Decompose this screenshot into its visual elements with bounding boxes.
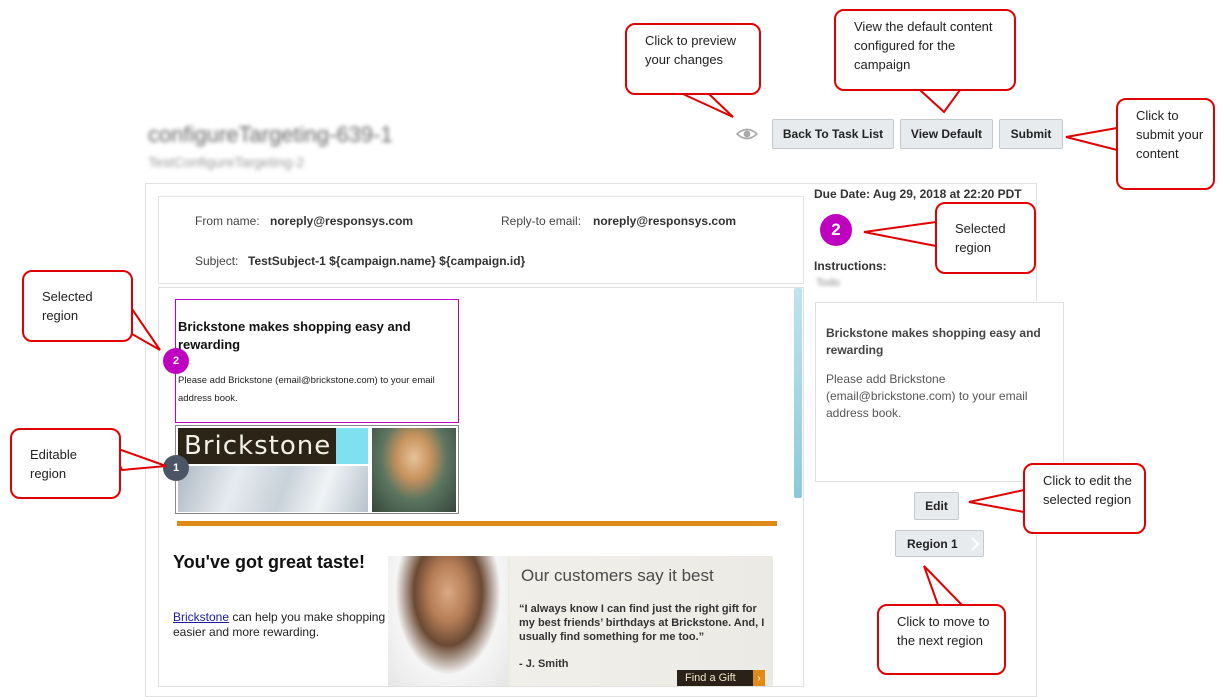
from-name-label: From name: <box>195 214 260 228</box>
testimonial-banner: Our customers say it best “I always know… <box>388 556 773 686</box>
region-label: Region 1 <box>907 536 958 551</box>
email-preview-scrollbar[interactable] <box>794 288 802 498</box>
eye-icon[interactable] <box>735 125 759 143</box>
testimonial-quote: “I always know I can find just the right… <box>519 603 765 643</box>
selected-region-2[interactable]: Brickstone makes shopping easy and rewar… <box>175 299 459 423</box>
instructions-value: Todo <box>816 277 840 289</box>
region-navigator-button[interactable]: Region 1 <box>895 530 984 557</box>
shirts-image <box>178 466 368 512</box>
from-name-value: noreply@responsys.com <box>270 214 414 228</box>
callout-next-region: Click to move to the next region <box>877 604 1006 675</box>
taste-text: Brickstone can help you make shopping ea… <box>173 610 386 639</box>
callout-view-default: View the default content configured for … <box>834 9 1016 91</box>
taste-heading: You've got great taste! <box>173 552 365 572</box>
campaign-subtitle: TestConfigureTargeting-2 <box>148 154 305 170</box>
preview-title: Brickstone makes shopping easy and rewar… <box>826 326 1041 357</box>
orange-divider <box>177 521 777 526</box>
instructions-label: Instructions: <box>814 259 887 273</box>
brickstone-link[interactable]: Brickstone <box>173 610 229 624</box>
back-to-task-list-button[interactable]: Back To Task List <box>772 119 894 149</box>
find-a-gift-button[interactable]: Find a Gift › <box>677 670 765 686</box>
due-date: Due Date: Aug 29, 2018 at 22:20 PDT <box>814 187 1022 201</box>
callout-edit: Click to edit the selected region <box>1023 463 1146 534</box>
customer-image <box>388 556 508 686</box>
region-preview-box: Brickstone makes shopping easy and rewar… <box>815 302 1064 482</box>
arrow-right-icon: › <box>753 670 765 686</box>
callout-selected-region-left: Selected region <box>22 270 133 342</box>
region-2-title: Brickstone makes shopping easy and rewar… <box>178 319 411 352</box>
region-1-badge[interactable]: 1 <box>163 455 189 481</box>
callout-editable-region: Editable region <box>10 428 121 499</box>
chevron-right-icon <box>970 537 980 554</box>
reply-to-label: Reply-to email: <box>501 214 582 228</box>
email-header-panel: From name: noreply@responsys.com Reply-t… <box>158 196 804 284</box>
callout-preview: Click to preview your changes <box>625 23 761 95</box>
callout-submit: Click to submit your content <box>1116 98 1215 190</box>
testimonial-author: - J. Smith <box>519 658 569 670</box>
callout-selected-region-right: Selected region <box>935 202 1036 274</box>
submit-button[interactable]: Submit <box>999 119 1063 149</box>
editable-region-1[interactable]: Brickstone <box>175 425 459 514</box>
logo-accent-block <box>336 428 368 464</box>
view-default-button[interactable]: View Default <box>900 119 993 149</box>
edit-button[interactable]: Edit <box>914 492 959 520</box>
subject-label: Subject: <box>195 254 239 268</box>
campaign-title: configureTargeting-639-1 <box>148 122 393 147</box>
selected-region-badge: 2 <box>820 214 852 246</box>
reply-to-value: noreply@responsys.com <box>593 214 737 228</box>
testimonial-title: Our customers say it best <box>521 566 714 585</box>
region-2-text: Please add Brickstone (email@brickstone.… <box>178 375 435 404</box>
region-2-badge[interactable]: 2 <box>163 348 189 374</box>
subject-value: TestSubject-1 ${campaign.name} ${campaig… <box>248 254 526 268</box>
preview-text: Please add Brickstone (email@brickstone.… <box>826 372 1028 420</box>
model-image <box>372 428 456 512</box>
